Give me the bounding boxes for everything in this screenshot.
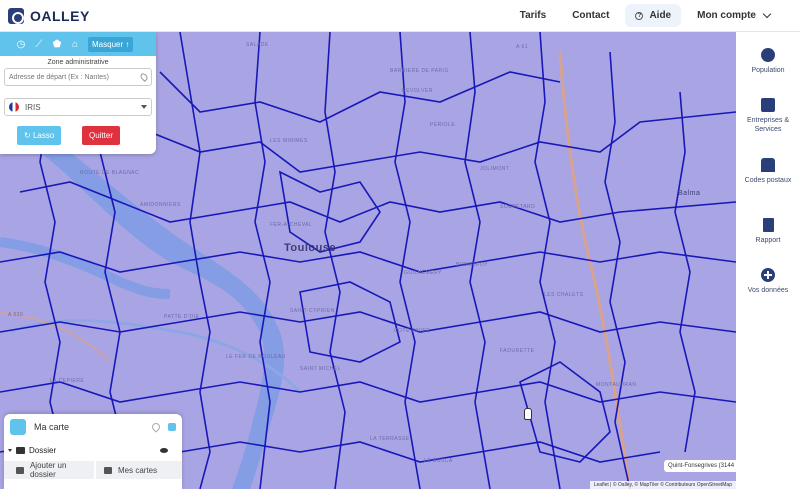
- nav-contact[interactable]: Contact: [562, 4, 619, 27]
- add-folder-button[interactable]: Ajouter un dossier: [4, 461, 94, 479]
- briefcase-icon: [761, 98, 775, 112]
- map-label: LA TERRASSE: [370, 436, 410, 442]
- map-label: GUILHEMERY: [404, 270, 442, 276]
- institution-icon[interactable]: ⌂: [68, 37, 82, 51]
- france-flag-icon: [9, 102, 19, 112]
- address-placeholder: Adresse de départ (Ex : Nantes): [9, 73, 109, 81]
- map-label: COTE PAVEE: [394, 328, 431, 334]
- my-map-header: Ma carte: [4, 414, 182, 440]
- mailbox-icon: [761, 158, 775, 172]
- map-label: SAINT MICHEL: [300, 366, 341, 372]
- zone-panel: ◷ ⟋ ⬟ ⌂ Masquer ↑ Zone administrative Ad…: [0, 32, 156, 154]
- map-label: SAINT-CYPRIEN: [290, 308, 335, 314]
- quit-button[interactable]: Quitter: [81, 126, 120, 145]
- top-navbar: OALLEY Tarifs Contact ? Aide Mon compte: [0, 0, 800, 32]
- document-icon: [762, 218, 774, 232]
- pie-chart-icon: [761, 48, 775, 62]
- map-icon: [104, 466, 112, 474]
- logo-icon: [8, 7, 24, 24]
- map-label: PERIOLE: [430, 122, 456, 128]
- map-label: BONNEFOY: [456, 262, 489, 268]
- ring-road: [558, 51, 632, 489]
- map-label: LA CEPIERE: [50, 378, 85, 384]
- folder-plus-icon: [16, 466, 24, 474]
- my-map-card: Ma carte Dossier Ajouter un dossier Mes …: [4, 414, 182, 489]
- map-attribution: Leaflet | © Oalley, © MapTiler © Contrib…: [589, 481, 736, 489]
- sidebar-item-label: Entreprises & Services: [746, 117, 790, 133]
- nav-aide[interactable]: ? Aide: [625, 4, 682, 27]
- map-label: A 620: [8, 312, 24, 318]
- map-label: LE FER DE ROULEAU: [226, 354, 286, 360]
- map-label: PATTE D'OIE: [164, 314, 200, 320]
- map-label: FAOURETTE: [500, 348, 535, 354]
- map-label: ROUTE DE BLAGNAC: [80, 170, 140, 176]
- map-label: REVOLVER: [402, 88, 433, 94]
- location-pin-icon[interactable]: [150, 421, 162, 433]
- zone-title: Zone administrative: [47, 59, 109, 66]
- right-sidebar: Population Entreprises & Services Codes …: [736, 32, 800, 489]
- brand-logo[interactable]: OALLEY: [8, 7, 90, 24]
- division-value: IRIS: [25, 102, 41, 112]
- division-select[interactable]: IRIS: [4, 98, 152, 116]
- sidebar-item-codes-postaux[interactable]: Codes postaux: [736, 158, 800, 185]
- sidebar-item-label: Codes postaux: [744, 177, 792, 184]
- main-nav: Tarifs Contact ? Aide Mon compte: [504, 4, 800, 27]
- hide-panel-button[interactable]: Masquer ↑: [88, 36, 134, 52]
- map-label: A 61: [516, 44, 529, 50]
- my-map-title[interactable]: Ma carte: [34, 422, 69, 432]
- question-icon: ?: [635, 11, 644, 20]
- map-label: MONTAUDRAN: [596, 382, 637, 388]
- map-label: LES MINIMES: [270, 138, 308, 144]
- map-label: SALADE: [246, 42, 269, 48]
- chevron-down-icon: [762, 9, 772, 19]
- tool-toolbar: ◷ ⟋ ⬟ ⌂ Masquer ↑: [0, 32, 156, 56]
- folder-row[interactable]: Dossier: [4, 440, 182, 455]
- sidebar-item-population[interactable]: Population: [736, 48, 800, 75]
- nav-aide-label: Aide: [649, 10, 672, 21]
- commune-tooltip: Quint-Fonsegrives (3144: [664, 460, 739, 472]
- nav-tarifs[interactable]: Tarifs: [510, 4, 557, 27]
- nav-account-label: Mon compte: [697, 10, 756, 21]
- ruler-icon[interactable]: ⟋: [32, 37, 46, 51]
- camera-icon[interactable]: [168, 423, 176, 431]
- hand-cursor-icon: [524, 408, 532, 420]
- clock-icon[interactable]: ◷: [14, 37, 28, 51]
- map-label: LES CHALETS: [544, 292, 584, 298]
- caret-down-icon[interactable]: [8, 449, 12, 452]
- map-label: LE BUSCA: [424, 458, 453, 464]
- panel-actions: ↻ Lasso Quitter: [17, 126, 120, 145]
- folder-label: Dossier: [29, 446, 57, 455]
- sidebar-item-vos-donnees[interactable]: Vos données: [736, 268, 800, 295]
- sidebar-item-rapport[interactable]: Rapport: [736, 218, 800, 245]
- sidebar-item-label: Rapport: [755, 237, 781, 244]
- map-label: JOLIMONT: [480, 166, 510, 172]
- sidebar-item-label: Population: [751, 67, 785, 74]
- location-pin-icon[interactable]: [139, 72, 149, 82]
- folder-icon: [16, 447, 25, 454]
- map-label: BARRIERE DE PARIS: [390, 68, 449, 74]
- eye-icon[interactable]: [160, 448, 168, 453]
- map-avatar-icon: [10, 419, 26, 435]
- my-maps-label: Mes cartes: [118, 465, 158, 475]
- address-input[interactable]: Adresse de départ (Ex : Nantes): [4, 68, 152, 86]
- map-label: AMIDONNIERS: [140, 202, 181, 208]
- brand-name: OALLEY: [30, 7, 90, 24]
- sidebar-item-label: Vos données: [747, 287, 789, 294]
- add-folder-label: Ajouter un dossier: [29, 461, 67, 479]
- my-maps-button[interactable]: Mes cartes: [96, 461, 182, 479]
- sidebar-item-entreprises[interactable]: Entreprises & Services: [736, 98, 800, 134]
- secondary-city-label: Balma: [678, 190, 701, 197]
- plus-circle-icon: [761, 268, 775, 282]
- map-label: SOUPETARD: [500, 204, 536, 210]
- city-label: Toulouse: [284, 242, 337, 254]
- nav-account[interactable]: Mon compte: [687, 4, 780, 27]
- map-label: FER-A-CHEVAL: [270, 222, 313, 228]
- lasso-button[interactable]: ↻ Lasso: [17, 126, 62, 145]
- polygon-icon[interactable]: ⬟: [50, 37, 64, 51]
- my-map-tools: [144, 421, 176, 433]
- caret-down-icon: [141, 105, 147, 109]
- my-map-actions: Ajouter un dossier Mes cartes: [4, 461, 182, 479]
